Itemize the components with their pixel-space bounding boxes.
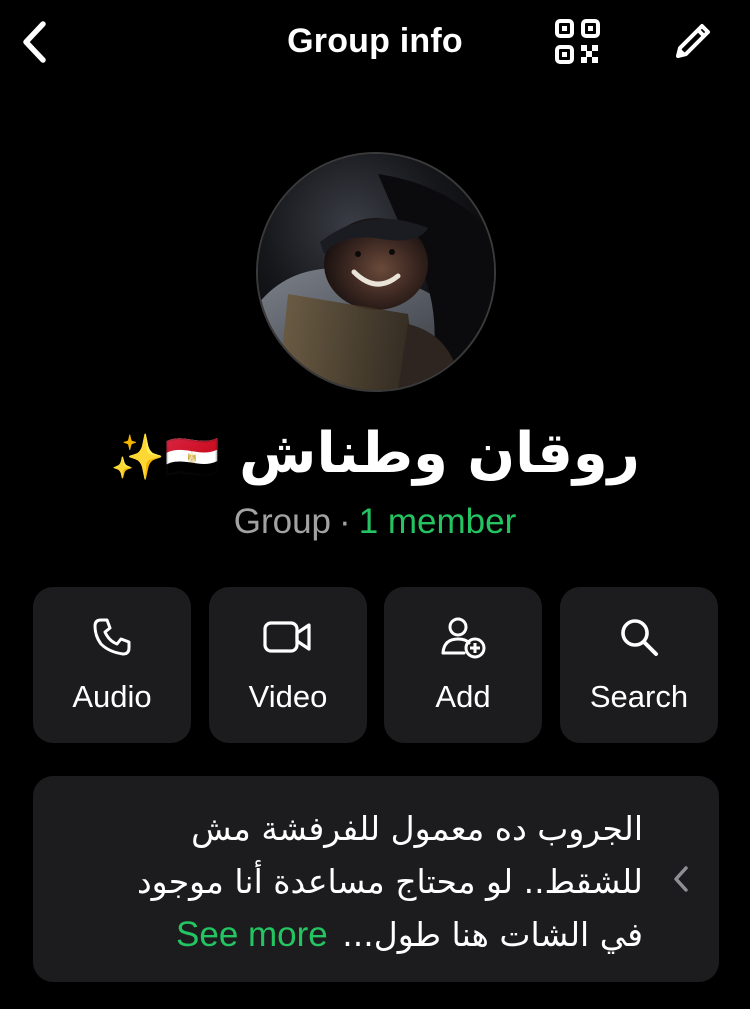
description-line-text: في الشات هنا طول... — [342, 915, 643, 954]
description-line: للشقط.. لو محتاج مساعدة أنا موجود — [136, 862, 643, 901]
group-name-text: روقان وطناش — [239, 421, 640, 486]
chevron-right-icon — [669, 862, 693, 896]
phone-icon — [91, 616, 133, 662]
subtitle-separator: · — [339, 502, 351, 541]
audio-call-button[interactable]: Audio — [33, 587, 191, 743]
see-more-link[interactable]: See more — [176, 915, 332, 954]
avatar-photo — [258, 154, 494, 390]
add-label: Add — [435, 679, 491, 714]
member-count-link[interactable]: 1 member — [359, 502, 517, 541]
pencil-icon — [670, 18, 716, 68]
video-label: Video — [248, 679, 328, 714]
qr-code-button[interactable] — [552, 18, 604, 70]
description-line-last: في الشات هنا طول... See more — [63, 908, 643, 961]
action-buttons: Audio Video Add Search — [33, 587, 719, 743]
search-button[interactable]: Search — [560, 587, 718, 743]
header: Group info — [0, 0, 750, 90]
audio-label: Audio — [72, 679, 152, 714]
search-label: Search — [589, 679, 689, 714]
search-icon — [618, 616, 660, 662]
group-name-emojis: 🇪🇬✨ — [110, 432, 220, 483]
group-description: الجروب ده معمول للفرفشة مش للشقط.. لو مح… — [63, 802, 643, 961]
qr-code-icon — [555, 19, 601, 69]
add-person-icon — [440, 615, 486, 663]
group-description-card[interactable]: الجروب ده معمول للفرفشة مش للشقط.. لو مح… — [33, 776, 719, 982]
group-subtitle: Group · 1 member — [0, 500, 750, 544]
add-member-button[interactable]: Add — [384, 587, 542, 743]
edit-button[interactable] — [666, 16, 720, 70]
group-avatar[interactable] — [256, 152, 496, 392]
page-title: Group info — [287, 22, 463, 60]
group-name: روقان وطناش 🇪🇬✨ — [0, 418, 750, 494]
video-camera-icon — [263, 619, 313, 659]
description-line: الجروب ده معمول للفرفشة مش — [191, 809, 643, 848]
video-call-button[interactable]: Video — [209, 587, 367, 743]
group-type: Group — [233, 502, 332, 541]
